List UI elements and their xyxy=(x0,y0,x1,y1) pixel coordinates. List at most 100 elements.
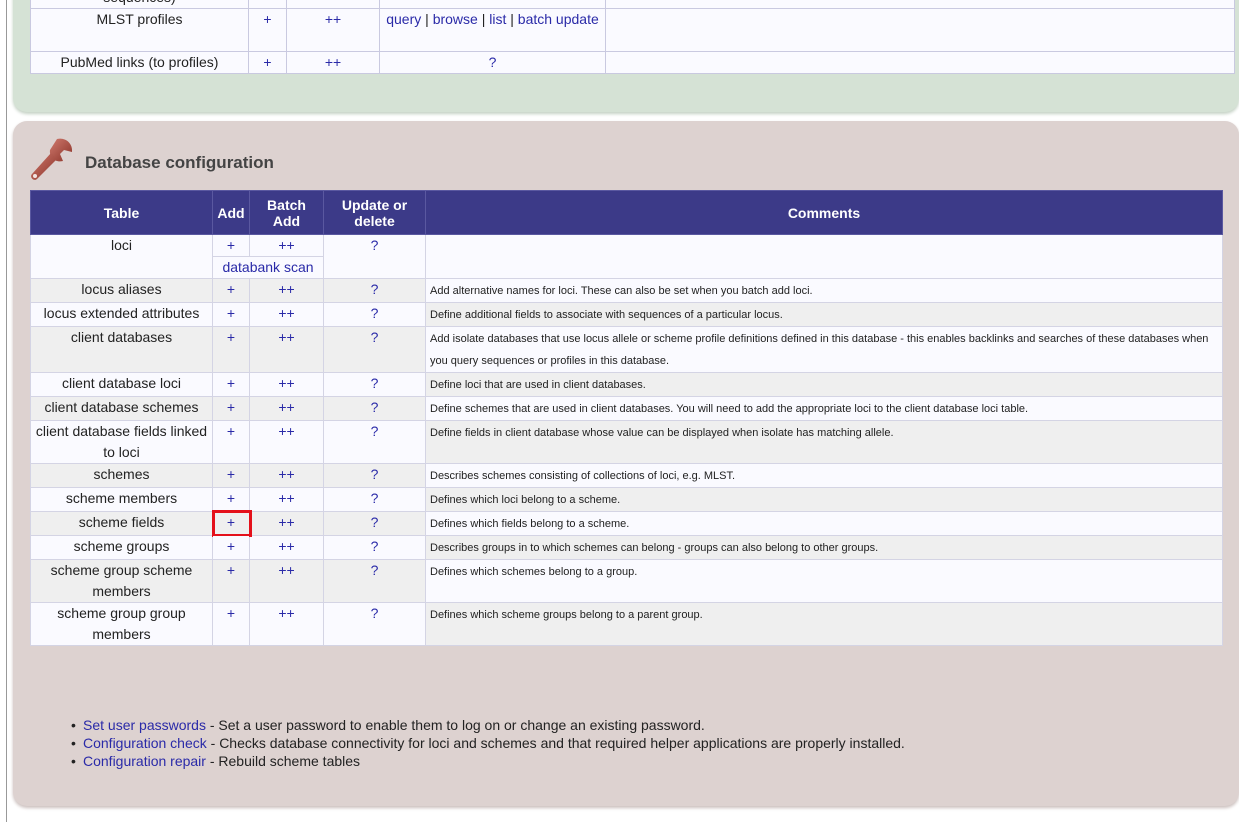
table-row: client database schemes + ++? Define scheme… xyxy=(30,396,1223,421)
empty-cell xyxy=(605,8,1235,52)
link-separator: | xyxy=(506,11,518,27)
add-link[interactable]: + xyxy=(227,423,235,439)
databank-scan-link[interactable]: databank scan xyxy=(222,259,313,275)
add-link[interactable]: + xyxy=(227,562,235,578)
update-delete-link[interactable]: ? xyxy=(371,281,379,297)
configuration-table: Table Add Batch Add Update or delete Com… xyxy=(30,190,1223,646)
add-link[interactable]: + xyxy=(227,399,235,415)
table-name-cell: PubMed links (to profiles) xyxy=(30,51,249,74)
databank-scan-cell: databank scan xyxy=(212,256,324,279)
batch-add-link[interactable]: ++ xyxy=(278,329,294,345)
add-link[interactable]: + xyxy=(263,54,271,70)
update-delete-link[interactable]: ? xyxy=(371,305,379,321)
table-row: client databases + ++? Add isolate database… xyxy=(30,326,1223,373)
add-cell: + xyxy=(212,278,250,303)
update-delete-link[interactable]: ? xyxy=(371,466,379,482)
batch-add-cell: ++ xyxy=(249,602,324,646)
batch-add-cell: ++ xyxy=(249,420,324,464)
table-name-cell: scheme group scheme members xyxy=(30,559,213,603)
add-link[interactable]: + xyxy=(227,538,235,554)
admin-link-set-user-passwords[interactable]: Set user passwords xyxy=(83,717,206,733)
update-delete-link[interactable]: ? xyxy=(371,329,379,345)
batch-add-link[interactable]: ++ xyxy=(325,54,341,70)
table-row: schemes + ++? Describes schemes consisting … xyxy=(30,463,1223,488)
page-left-border xyxy=(6,0,7,822)
update-delete-cell: ? xyxy=(323,326,426,373)
batch-add-link[interactable]: ++ xyxy=(278,490,294,506)
batch-add-link[interactable]: ++ xyxy=(278,399,294,415)
add-link[interactable]: + xyxy=(227,329,235,345)
update-delete-link[interactable]: ? xyxy=(371,237,379,253)
add-cell: + xyxy=(212,510,252,537)
add-link[interactable]: + xyxy=(227,281,235,297)
batch-add-link[interactable]: ++ xyxy=(278,605,294,621)
batch-add-cell: ++ xyxy=(249,559,324,603)
update-delete-cell: ? xyxy=(323,487,426,512)
update-delete-link[interactable]: ? xyxy=(371,514,379,530)
query-links-cell xyxy=(379,0,606,9)
table-name-cell: locus aliases xyxy=(30,278,213,303)
link--[interactable]: ? xyxy=(489,54,497,70)
add-link[interactable]: + xyxy=(263,11,271,27)
panel-header: Database configuration xyxy=(27,135,274,183)
panel-title: Database configuration xyxy=(85,153,274,172)
link-list[interactable]: list xyxy=(489,11,506,27)
add-cell: + xyxy=(212,326,250,373)
batch-add-link[interactable]: ++ xyxy=(278,562,294,578)
batch-add-link[interactable]: ++ xyxy=(278,305,294,321)
update-delete-link[interactable]: ? xyxy=(371,375,379,391)
query-links-cell: ? xyxy=(379,51,606,74)
comment-cell: Defines which fields belong to a scheme. xyxy=(425,511,1223,536)
link-separator: | xyxy=(477,11,490,27)
batch-add-link[interactable]: ++ xyxy=(278,538,294,554)
add-link[interactable]: + xyxy=(227,375,235,391)
add-cell: + xyxy=(212,420,250,464)
add-cell: + xyxy=(212,463,250,488)
batch-add-link[interactable]: ++ xyxy=(278,237,294,253)
update-delete-cell: ? xyxy=(323,420,426,464)
link-query[interactable]: query xyxy=(386,11,421,27)
update-delete-cell: ? xyxy=(323,511,426,536)
add-link[interactable]: + xyxy=(227,490,235,506)
add-cell xyxy=(248,0,287,9)
table-row: scheme group scheme members + ++? Defines w… xyxy=(30,559,1223,603)
update-delete-link[interactable]: ? xyxy=(371,538,379,554)
add-link[interactable]: + xyxy=(227,237,235,253)
add-link[interactable]: + xyxy=(227,514,235,530)
comment-cell: Add alternative names for loci. These ca… xyxy=(425,278,1223,303)
batch-add-link[interactable]: ++ xyxy=(325,11,341,27)
update-delete-link[interactable]: ? xyxy=(371,423,379,439)
update-delete-link[interactable]: ? xyxy=(371,399,379,415)
admin-link-configuration-check[interactable]: Configuration check xyxy=(83,735,207,751)
table-row: locus aliases + ++? Add alternative names f… xyxy=(30,278,1223,303)
link-batch-update[interactable]: batch update xyxy=(518,11,599,27)
update-delete-link[interactable]: ? xyxy=(371,490,379,506)
table-name-cell: client database loci xyxy=(30,372,213,397)
comment-cell: Define schemes that are used in client d… xyxy=(425,396,1223,421)
update-delete-cell: ? xyxy=(323,396,426,421)
add-cell: + xyxy=(212,487,250,512)
add-cell: + xyxy=(212,302,250,327)
update-delete-link[interactable]: ? xyxy=(371,605,379,621)
batch-add-cell: ++ xyxy=(249,511,324,536)
admin-link-item: Set user passwords - Set a user password… xyxy=(71,716,905,734)
table-row: MLST profiles + ++ query | browse | list | … xyxy=(30,8,1235,52)
add-cell: + xyxy=(212,234,250,257)
batch-add-link[interactable]: ++ xyxy=(278,514,294,530)
batch-add-link[interactable]: ++ xyxy=(278,375,294,391)
batch-add-link[interactable]: ++ xyxy=(278,423,294,439)
link-browse[interactable]: browse xyxy=(433,11,478,27)
admin-link-configuration-repair[interactable]: Configuration repair xyxy=(83,753,206,769)
add-cell: + xyxy=(248,51,287,74)
batch-add-link[interactable]: ++ xyxy=(278,466,294,482)
update-delete-cell: ? xyxy=(323,559,426,603)
batch-add-cell: ++ xyxy=(286,8,380,52)
batch-add-cell: ++ xyxy=(249,535,324,560)
add-link[interactable]: + xyxy=(227,305,235,321)
empty-cell xyxy=(605,0,1235,9)
batch-add-link[interactable]: ++ xyxy=(278,281,294,297)
add-link[interactable]: + xyxy=(227,605,235,621)
update-delete-link[interactable]: ? xyxy=(371,562,379,578)
table-row: sequences) xyxy=(30,0,1235,9)
add-link[interactable]: + xyxy=(227,466,235,482)
